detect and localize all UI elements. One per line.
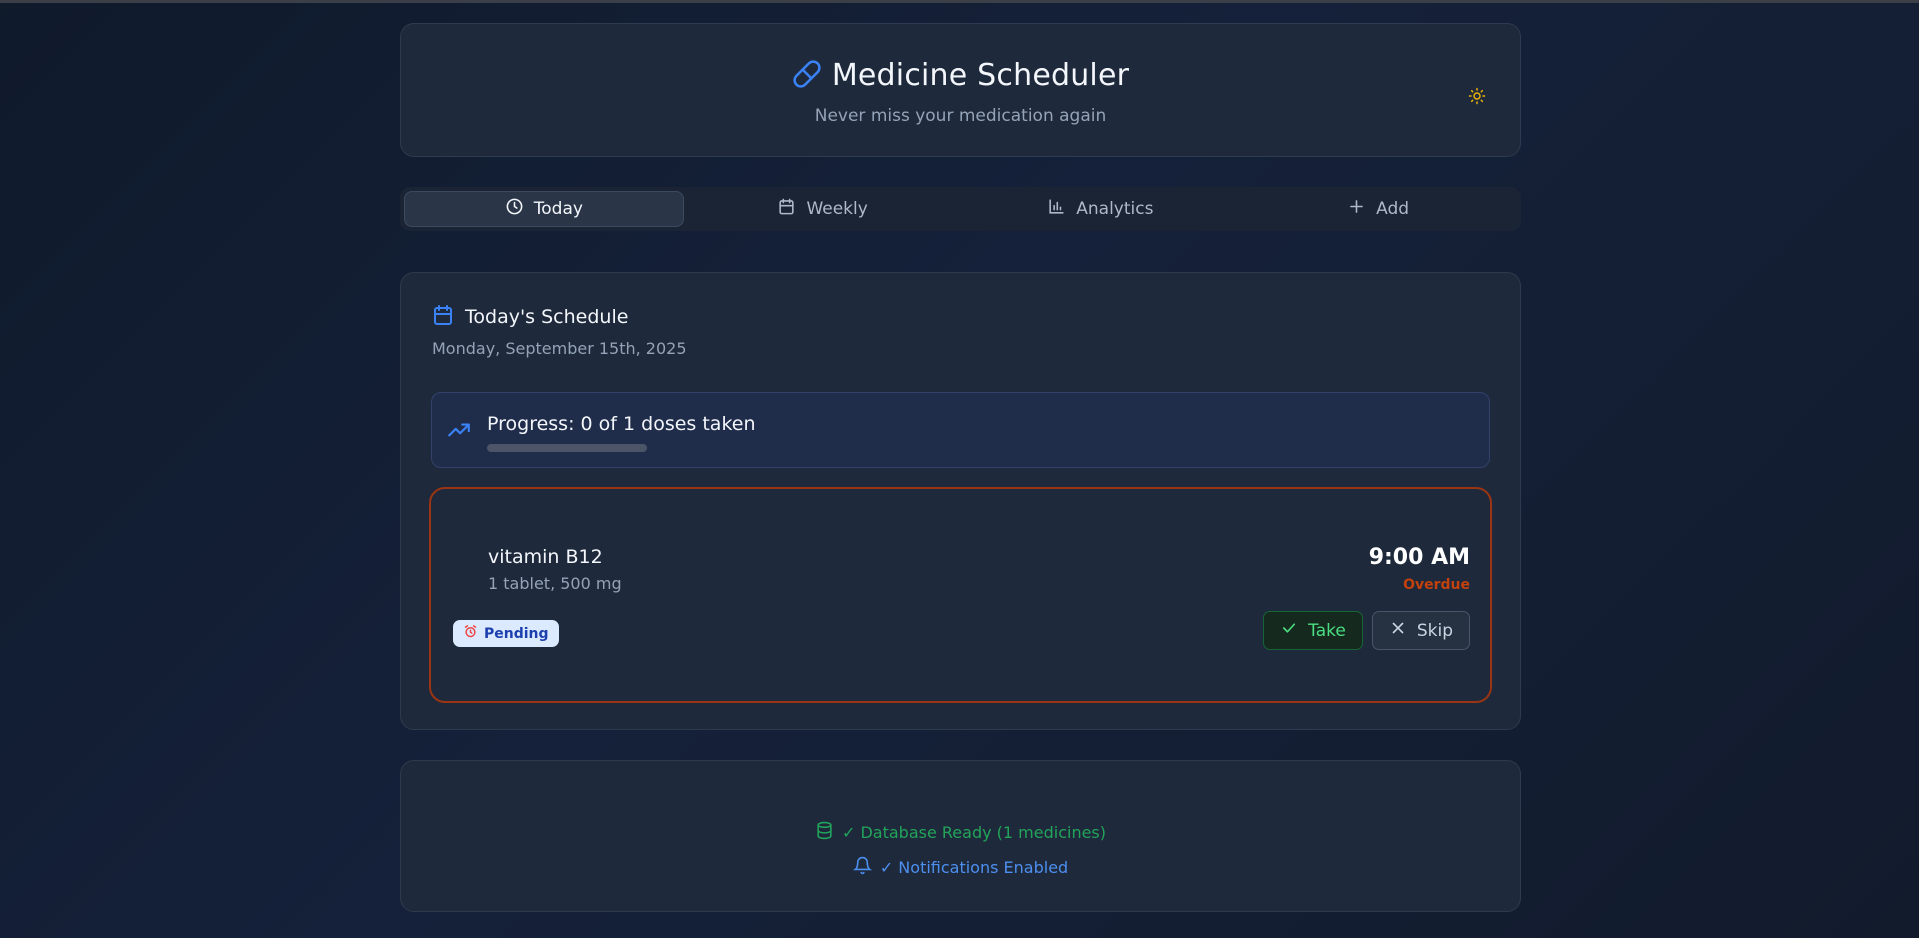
tab-add[interactable]: Add bbox=[1239, 191, 1517, 227]
skip-button-label: Skip bbox=[1416, 620, 1453, 641]
medicine-name: vitamin B12 bbox=[488, 546, 603, 568]
tab-today[interactable]: Today bbox=[404, 191, 684, 227]
progress-text: Progress: 0 of 1 doses taken bbox=[487, 413, 756, 435]
schedule-date: Monday, September 15th, 2025 bbox=[432, 339, 687, 358]
overdue-label: Overdue bbox=[1403, 577, 1470, 593]
pill-icon bbox=[792, 59, 822, 93]
status-card: ✓ Database Ready (1 medicines) ✓ Notific… bbox=[400, 760, 1521, 912]
progress-bar bbox=[487, 444, 647, 452]
notification-status: ✓ Notifications Enabled bbox=[401, 856, 1520, 879]
skip-button[interactable]: Skip bbox=[1371, 611, 1470, 650]
app-header: Medicine Scheduler Never miss your medic… bbox=[400, 23, 1521, 157]
alarm-clock-icon bbox=[463, 624, 478, 643]
tab-weekly[interactable]: Weekly bbox=[684, 191, 962, 227]
tab-bar: Today Weekly Analytics Add bbox=[400, 187, 1521, 231]
dose-actions: Take Skip bbox=[1263, 611, 1470, 650]
calendar-icon bbox=[431, 303, 455, 331]
app-subtitle: Never miss your medication again bbox=[814, 106, 1107, 126]
dose-time: 9:00 AM bbox=[1368, 545, 1470, 570]
schedule-title: Today's Schedule bbox=[465, 306, 629, 328]
app-container: Medicine Scheduler Never miss your medic… bbox=[400, 23, 1521, 912]
progress-panel: Progress: 0 of 1 doses taken bbox=[431, 392, 1490, 468]
bell-icon bbox=[852, 856, 873, 879]
tab-label: Add bbox=[1376, 199, 1410, 219]
calendar-icon bbox=[777, 197, 796, 221]
tab-analytics[interactable]: Analytics bbox=[962, 191, 1240, 227]
dose-card: vitamin B12 1 tablet, 500 mg Pending 9:0… bbox=[429, 487, 1492, 703]
plus-icon bbox=[1347, 197, 1366, 221]
database-status: ✓ Database Ready (1 medicines) bbox=[401, 821, 1520, 844]
take-button[interactable]: Take bbox=[1263, 611, 1363, 650]
database-status-text: ✓ Database Ready (1 medicines) bbox=[841, 823, 1107, 842]
database-icon bbox=[815, 821, 834, 844]
check-icon bbox=[1280, 619, 1298, 642]
schedule-header: Today's Schedule bbox=[431, 303, 628, 331]
trending-up-icon bbox=[446, 417, 472, 447]
tab-label: Weekly bbox=[806, 199, 868, 219]
sun-icon bbox=[1468, 87, 1486, 109]
notification-status-text: ✓ Notifications Enabled bbox=[879, 858, 1069, 877]
title-row: Medicine Scheduler bbox=[401, 58, 1520, 93]
clock-icon bbox=[505, 197, 524, 221]
bar-chart-icon bbox=[1047, 197, 1066, 221]
close-icon bbox=[1389, 619, 1407, 642]
status-badge-label: Pending bbox=[484, 625, 549, 642]
status-badge: Pending bbox=[453, 620, 559, 647]
app-title: Medicine Scheduler bbox=[831, 58, 1130, 93]
window-top-border bbox=[0, 0, 1919, 3]
tab-label: Analytics bbox=[1076, 199, 1154, 219]
theme-toggle-button[interactable] bbox=[1464, 85, 1490, 111]
schedule-card: Today's Schedule Monday, September 15th,… bbox=[400, 272, 1521, 730]
take-button-label: Take bbox=[1308, 620, 1346, 641]
tab-label: Today bbox=[533, 199, 583, 219]
medicine-dosage: 1 tablet, 500 mg bbox=[488, 574, 622, 593]
